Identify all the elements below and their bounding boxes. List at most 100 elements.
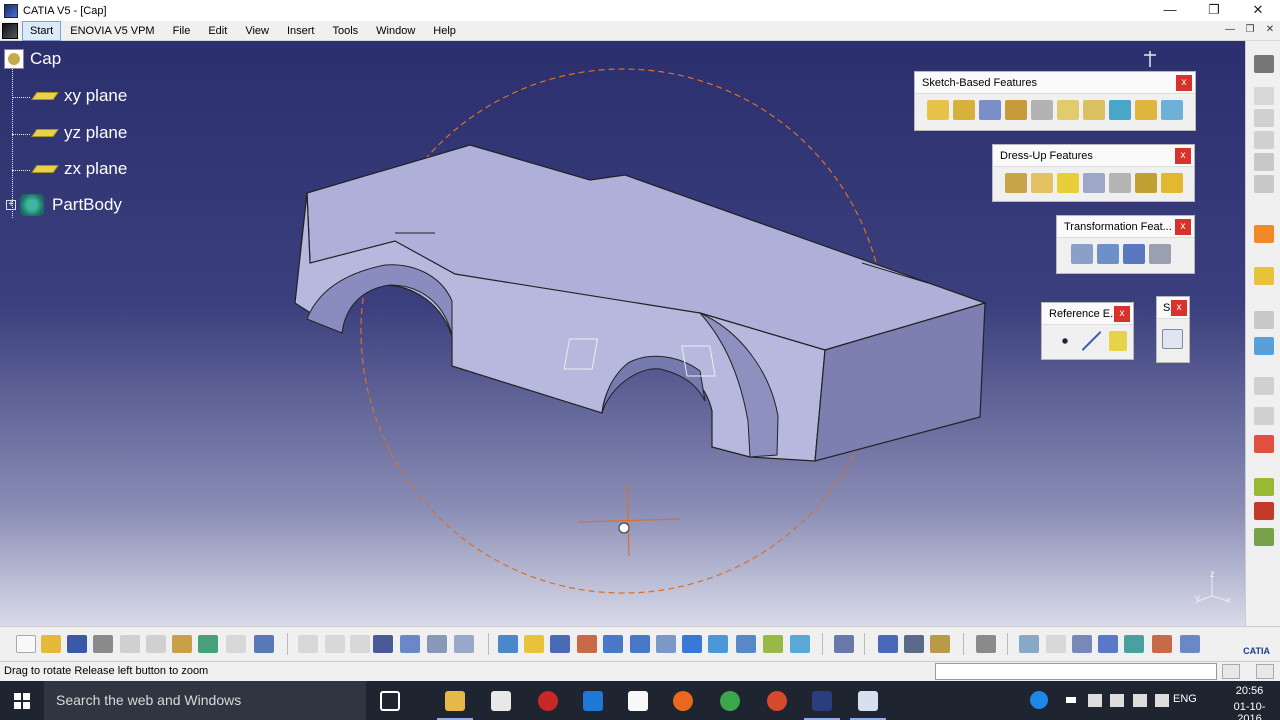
- stiffener-icon[interactable]: [1109, 100, 1131, 120]
- paste-icon[interactable]: [172, 635, 192, 653]
- thickness-icon[interactable]: [1109, 173, 1131, 193]
- app-icon[interactable]: [538, 691, 558, 711]
- minimize-button[interactable]: —: [1148, 0, 1192, 21]
- edge-fillet-icon[interactable]: [1005, 173, 1027, 193]
- thread-icon[interactable]: [1135, 173, 1157, 193]
- tool-icon[interactable]: [427, 635, 447, 653]
- tool-icon[interactable]: [1124, 635, 1144, 653]
- status-button[interactable]: [1222, 664, 1240, 679]
- chevron-up-icon[interactable]: [1066, 697, 1076, 703]
- tool-icon[interactable]: [1098, 635, 1118, 653]
- tool-icon[interactable]: [1180, 635, 1200, 653]
- copy-icon[interactable]: [146, 635, 166, 653]
- file-explorer-icon[interactable]: [445, 691, 465, 711]
- groove-icon[interactable]: [1031, 100, 1053, 120]
- notepad-icon[interactable]: [628, 691, 648, 711]
- menu-tools[interactable]: Tools: [323, 22, 367, 40]
- battery-icon[interactable]: [1133, 694, 1147, 707]
- select-icon[interactable]: [1254, 225, 1274, 243]
- plane-icon[interactable]: [1108, 331, 1127, 351]
- tool-icon[interactable]: [1254, 175, 1274, 193]
- firefox-icon[interactable]: [673, 691, 693, 711]
- tree-root-cap[interactable]: Cap: [4, 49, 61, 69]
- draft-icon[interactable]: [1057, 173, 1079, 193]
- rotate-icon[interactable]: [577, 635, 597, 653]
- menu-enovia[interactable]: ENOVIA V5 VPM: [61, 22, 163, 40]
- normal-view-icon[interactable]: [656, 635, 676, 653]
- comment-icon[interactable]: [325, 635, 345, 653]
- tool-icon[interactable]: [1254, 502, 1274, 520]
- rib-icon[interactable]: [1057, 100, 1079, 120]
- tree-item-xy-plane[interactable]: xy plane: [31, 86, 127, 106]
- fly-mode-icon[interactable]: [498, 635, 518, 653]
- whats-this-icon[interactable]: [254, 635, 274, 653]
- scaling-icon[interactable]: [1149, 244, 1171, 264]
- status-button[interactable]: [1256, 664, 1274, 679]
- pocket-icon[interactable]: [953, 100, 975, 120]
- catia-taskbar-icon[interactable]: [812, 691, 832, 711]
- close-toolbar-button[interactable]: x: [1171, 300, 1187, 316]
- close-toolbar-button[interactable]: x: [1175, 219, 1191, 235]
- gear-icon[interactable]: [1254, 55, 1274, 73]
- tool-icon[interactable]: [1254, 528, 1274, 546]
- line-icon[interactable]: [1082, 331, 1101, 351]
- menu-window[interactable]: Window: [367, 22, 424, 40]
- remove-loft-icon[interactable]: [1161, 100, 1183, 120]
- pad-icon[interactable]: [927, 100, 949, 120]
- tool-icon[interactable]: [1254, 311, 1274, 329]
- hide-show-icon[interactable]: [763, 635, 783, 653]
- menu-start[interactable]: Start: [22, 20, 62, 41]
- help-icon[interactable]: [1030, 691, 1048, 709]
- fit-all-icon[interactable]: [524, 635, 544, 653]
- camera-icon[interactable]: [976, 635, 996, 653]
- measure-icon[interactable]: [878, 635, 898, 653]
- network-icon[interactable]: [1088, 694, 1102, 707]
- shading-icon[interactable]: [736, 635, 756, 653]
- tool-icon[interactable]: [1254, 131, 1274, 149]
- tool-icon[interactable]: [454, 635, 474, 653]
- tool-icon[interactable]: [930, 635, 950, 653]
- tool-icon[interactable]: [400, 635, 420, 653]
- redo-icon[interactable]: [226, 635, 246, 653]
- tree-item-yz-plane[interactable]: yz plane: [31, 123, 127, 143]
- task-view-icon[interactable]: [380, 691, 400, 711]
- tool-icon[interactable]: [1019, 635, 1039, 653]
- abc-icon[interactable]: [1254, 377, 1274, 395]
- formula-icon[interactable]: [298, 635, 318, 653]
- hand-icon[interactable]: [1046, 635, 1066, 653]
- translation-icon[interactable]: [1071, 244, 1093, 264]
- tool-icon[interactable]: [1254, 267, 1274, 285]
- expand-icon[interactable]: +: [6, 200, 16, 210]
- 3d-viewport[interactable]: z y x Cap xy plane yz plane zx plane + P…: [0, 41, 1245, 626]
- language-indicator[interactable]: ENG: [1173, 693, 1197, 705]
- menu-help[interactable]: Help: [424, 22, 465, 40]
- catia-start-icon[interactable]: [2, 22, 18, 39]
- table-icon[interactable]: [373, 635, 393, 653]
- tool-icon[interactable]: [1254, 435, 1274, 453]
- tool-icon[interactable]: [1072, 635, 1092, 653]
- tree-item-partbody[interactable]: + PartBody: [6, 194, 122, 216]
- app-icon[interactable]: [858, 691, 878, 711]
- close-toolbar-button[interactable]: x: [1175, 148, 1191, 164]
- print-icon[interactable]: [93, 635, 113, 653]
- slot-icon[interactable]: [1083, 100, 1105, 120]
- loft-icon[interactable]: [1135, 100, 1157, 120]
- tool-icon[interactable]: [1254, 109, 1274, 127]
- undo-icon[interactable]: [198, 635, 218, 653]
- new-icon[interactable]: [16, 635, 36, 653]
- rectangular-pattern-icon[interactable]: [1123, 244, 1145, 264]
- edge-browser-icon[interactable]: [583, 691, 603, 711]
- doc-restore-button[interactable]: ❐: [1240, 22, 1260, 38]
- tool-icon[interactable]: [1152, 635, 1172, 653]
- taskbar-search-box[interactable]: Search the web and Windows: [44, 681, 366, 720]
- tool-icon[interactable]: [1254, 407, 1274, 425]
- menu-edit[interactable]: Edit: [199, 22, 236, 40]
- multi-view-icon[interactable]: [682, 635, 702, 653]
- cut-icon[interactable]: [120, 635, 140, 653]
- iso-view-icon[interactable]: [708, 635, 728, 653]
- store-icon[interactable]: [491, 691, 511, 711]
- menu-view[interactable]: View: [236, 22, 278, 40]
- tool-icon[interactable]: [1254, 153, 1274, 171]
- save-icon[interactable]: [67, 635, 87, 653]
- tool-icon[interactable]: [1254, 478, 1274, 496]
